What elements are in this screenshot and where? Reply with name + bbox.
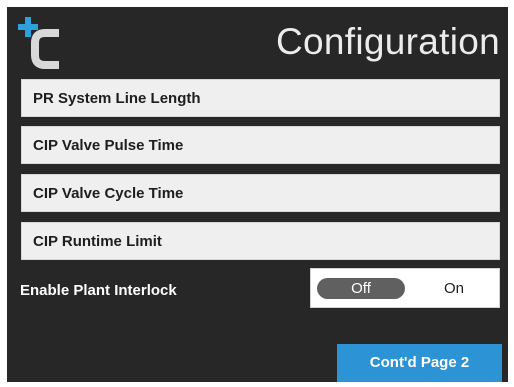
menu-item-cip-valve-cycle-time[interactable]: CIP Valve Cycle Time	[21, 174, 500, 212]
menu-item-pr-system-line-length[interactable]: PR System Line Length	[21, 79, 500, 117]
menu-item-cip-runtime-limit[interactable]: CIP Runtime Limit	[21, 222, 500, 260]
enable-plant-interlock-label: Enable Plant Interlock	[20, 282, 177, 299]
configuration-screen: Configuration PR System Line Length CIP …	[7, 7, 508, 382]
brand-logo-icon	[18, 17, 59, 69]
menu-item-cip-valve-pulse-time[interactable]: CIP Valve Pulse Time	[21, 126, 500, 164]
contd-page-2-button[interactable]: Cont'd Page 2	[337, 344, 502, 382]
plant-interlock-toggle[interactable]: Off On	[310, 268, 500, 308]
page-title: Configuration	[276, 21, 500, 62]
toggle-off-option[interactable]: Off	[317, 278, 405, 299]
toggle-on-option[interactable]: On	[413, 278, 495, 299]
